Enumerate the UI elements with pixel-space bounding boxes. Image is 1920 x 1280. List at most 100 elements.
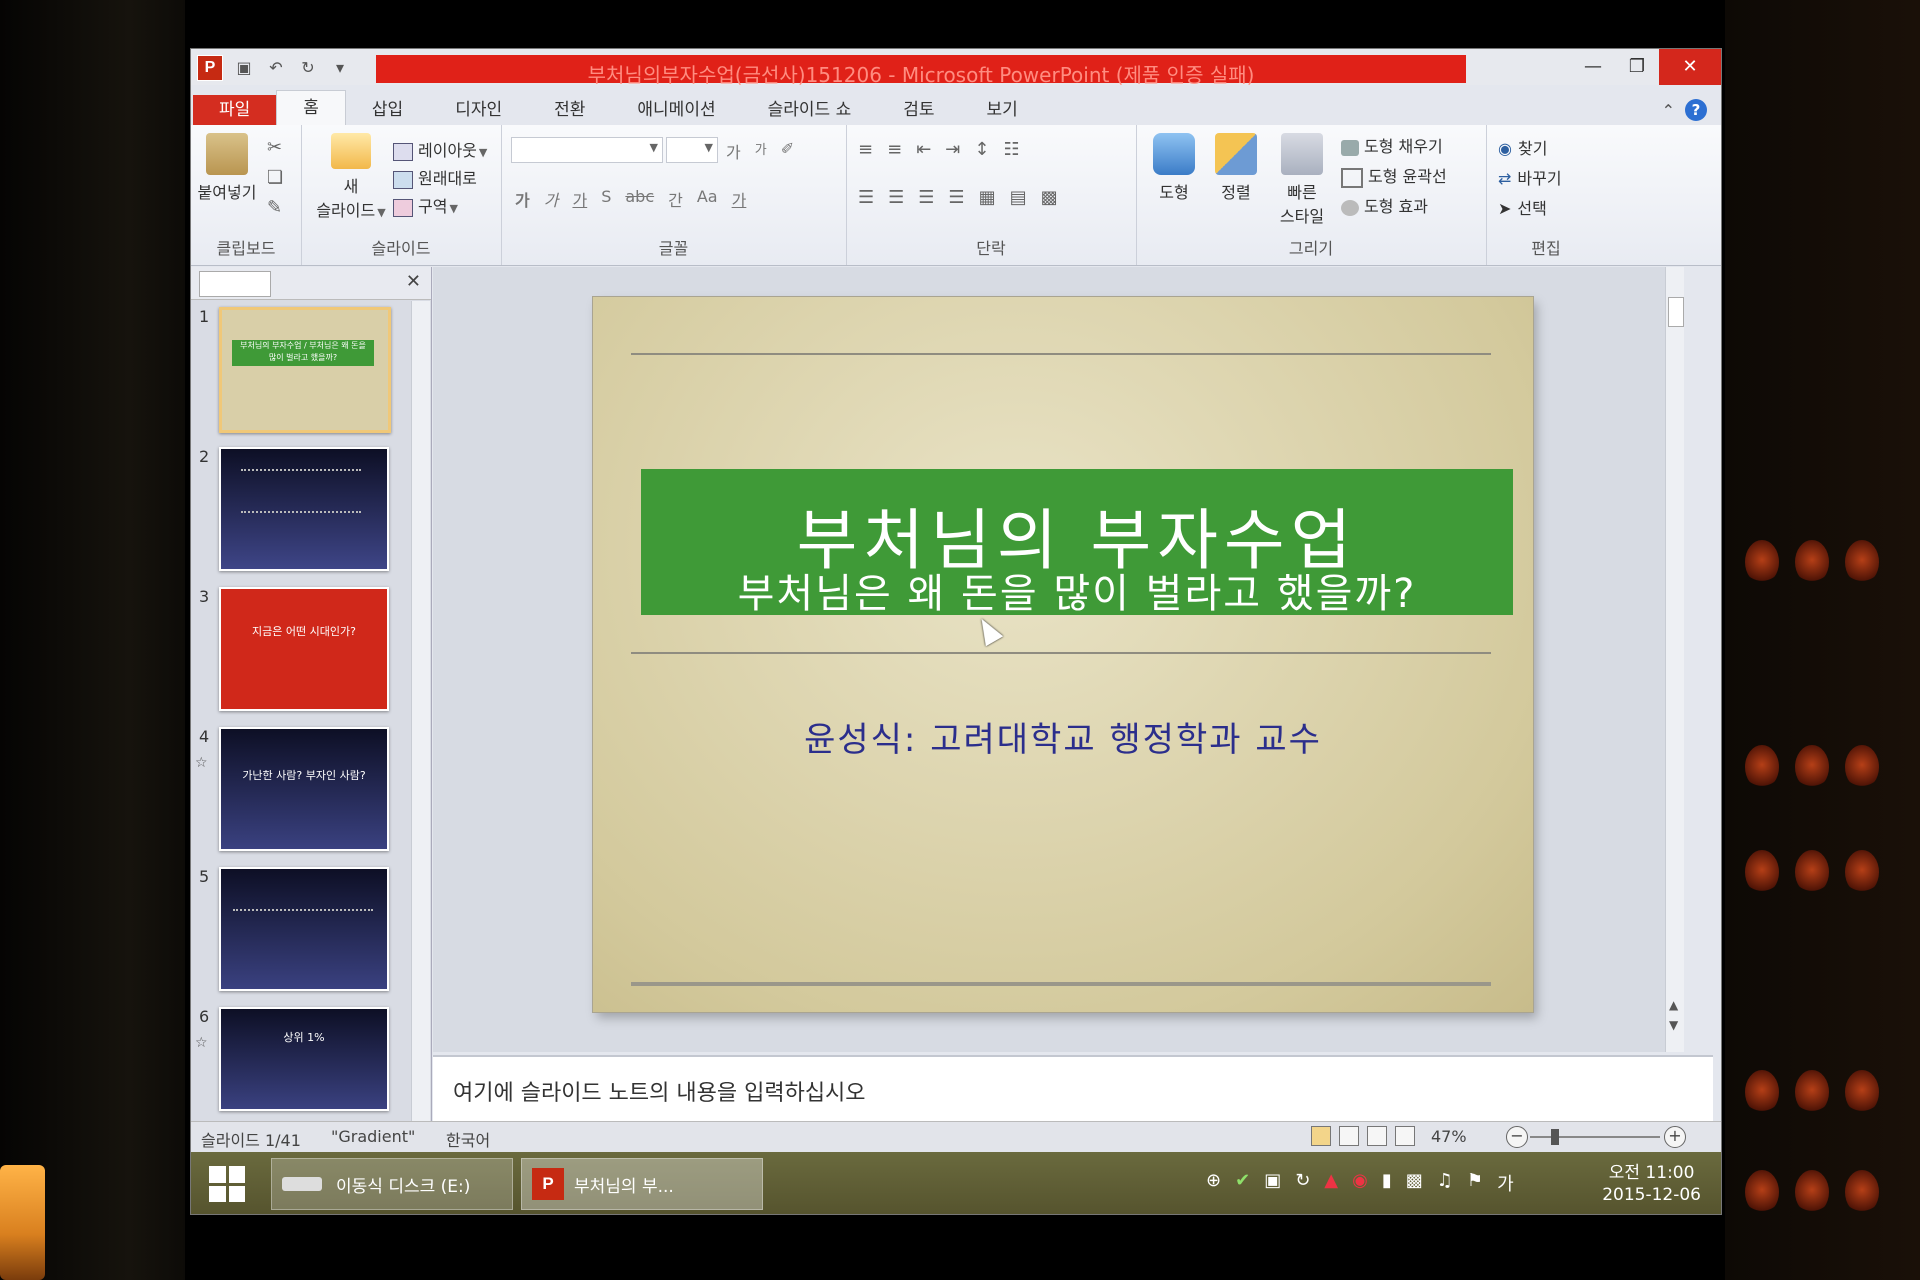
bold-button[interactable]: 가 (515, 187, 530, 211)
zoom-out-icon[interactable]: − (1506, 1126, 1528, 1148)
close-pane-icon[interactable]: ✕ (406, 271, 421, 292)
powerpoint-app-icon[interactable]: P (197, 55, 223, 81)
sync-icon[interactable]: ↻ (1295, 1170, 1310, 1196)
paste-button[interactable]: 붙여넣기 (197, 133, 257, 203)
flag-icon[interactable]: ⚑ (1467, 1170, 1483, 1196)
smartart-icon[interactable]: ▩ (1041, 187, 1058, 208)
zoom-knob[interactable] (1551, 1129, 1559, 1145)
new-slide-button[interactable]: 새 슬라이드 ▼ (311, 133, 391, 221)
replace-button[interactable]: ⇄ 바꾸기 (1498, 165, 1562, 189)
quick-styles-button[interactable]: 빠른 스타일 (1270, 133, 1334, 227)
volume-icon[interactable]: ♫ (1437, 1170, 1453, 1196)
notes-pane[interactable]: 여기에 슬라이드 노트의 내용을 입력하십시오 (433, 1055, 1713, 1121)
columns-icon[interactable]: ☷ (1003, 139, 1019, 160)
align-right-icon[interactable]: ☰ (918, 187, 934, 208)
zoom-slider[interactable]: − + (1506, 1126, 1686, 1148)
slideshow-view-icon[interactable] (1395, 1126, 1415, 1146)
shrink-font-button[interactable]: 가 (755, 139, 767, 163)
ime-indicator[interactable]: 가 (1497, 1170, 1514, 1196)
close-icon[interactable]: ✕ (1659, 49, 1721, 85)
align-center-icon[interactable]: ☰ (888, 187, 904, 208)
arrange-button[interactable]: 정렬 (1206, 133, 1266, 203)
decrease-indent-icon[interactable]: ⇤ (916, 139, 931, 160)
copy-icon[interactable]: ❏ (267, 167, 283, 188)
strikethrough-button[interactable]: abc (625, 187, 654, 211)
shape-fill-button[interactable]: 도형 채우기 (1341, 133, 1443, 157)
tab-transitions[interactable]: 전환 (528, 95, 611, 125)
shape-effects-button[interactable]: 도형 효과 (1341, 193, 1428, 217)
justify-icon[interactable]: ☰ (948, 187, 964, 208)
minimize-ribbon-icon[interactable]: ⌃ (1662, 101, 1675, 120)
italic-button[interactable]: 가 (544, 187, 559, 211)
shape-outline-button[interactable]: 도형 윤곽선 (1341, 163, 1447, 188)
next-slide-icon[interactable]: ▼ (1669, 1018, 1678, 1032)
font-color-button[interactable]: 가 (732, 187, 747, 211)
quick-styles-label-2: 스타일 (1279, 207, 1325, 226)
prev-slide-icon[interactable]: ▲ (1669, 998, 1678, 1012)
tab-design[interactable]: 디자인 (429, 95, 528, 125)
clear-format-icon[interactable]: ✐ (781, 139, 794, 163)
battery-icon[interactable]: ▮ (1382, 1170, 1392, 1196)
reset-button[interactable]: 원래대로 (393, 165, 477, 189)
tab-review[interactable]: 검토 (877, 95, 960, 125)
layout-button[interactable]: 레이아웃 ▼ (393, 137, 487, 161)
record-icon[interactable]: ◉ (1352, 1170, 1368, 1196)
reading-view-icon[interactable] (1367, 1126, 1387, 1146)
language-indicator[interactable]: 한국어 (446, 1127, 490, 1151)
cut-icon[interactable]: ✂ (267, 137, 282, 158)
tab-slideshow[interactable]: 슬라이드 쇼 (742, 95, 878, 125)
clock[interactable]: 오전 11:00 2015-12-06 (1602, 1162, 1701, 1206)
font-size-combobox[interactable]: ▼ (666, 137, 718, 163)
tab-animations[interactable]: 애니메이션 (611, 95, 741, 125)
select-button[interactable]: ➤ 선택 (1498, 195, 1547, 219)
slide-sorter-icon[interactable] (1339, 1126, 1359, 1146)
customize-qat-icon[interactable]: ▾ (329, 57, 351, 79)
tab-view[interactable]: 보기 (961, 95, 1044, 125)
bullets-icon[interactable]: ≡ (858, 139, 873, 160)
zoom-in-icon[interactable]: + (1664, 1126, 1686, 1148)
slide-subtitle[interactable]: 부처님은 왜 돈을 많이 벌라고 했을까? (641, 561, 1513, 619)
app-tray-icon[interactable]: ✔ (1235, 1170, 1250, 1196)
slide-scrollbar[interactable]: ▲ ▼ (1665, 267, 1684, 1052)
shapes-button[interactable]: 도형 (1144, 133, 1204, 203)
section-button[interactable]: 구역 ▼ (393, 193, 458, 217)
add-icon[interactable]: ⊕ (1206, 1170, 1221, 1196)
font-family-combobox[interactable]: ▼ (511, 137, 663, 163)
slides-pane-tab[interactable] (199, 271, 271, 297)
tab-home[interactable]: 홈 (276, 90, 346, 125)
signal-icon[interactable]: ▩ (1406, 1170, 1423, 1196)
align-left-icon[interactable]: ☰ (858, 187, 874, 208)
shadow-button[interactable]: S (601, 187, 611, 211)
normal-view-icon[interactable] (1311, 1126, 1331, 1146)
format-painter-icon[interactable]: ✎ (267, 197, 282, 218)
change-case-button[interactable]: Aa (697, 187, 718, 211)
current-slide[interactable]: 부처님의 부자수업 부처님은 왜 돈을 많이 벌라고 했을까? 윤성식: 고려대… (593, 297, 1533, 1012)
restore-icon[interactable]: ❐ (1615, 49, 1659, 85)
line-spacing-icon[interactable]: ↕ (974, 139, 989, 160)
char-spacing-button[interactable]: 간 (668, 187, 683, 211)
find-button[interactable]: ◉ 찾기 (1498, 135, 1547, 159)
undo-icon[interactable]: ↶ (265, 57, 287, 79)
minimize-icon[interactable]: — (1571, 49, 1615, 85)
tab-insert[interactable]: 삽입 (346, 95, 429, 125)
grow-font-button[interactable]: 가 (726, 139, 741, 163)
slide-author[interactable]: 윤성식: 고려대학교 행정학과 교수 (593, 712, 1533, 761)
increase-indent-icon[interactable]: ⇥ (945, 139, 960, 160)
security-icon[interactable]: ▲ (1324, 1170, 1338, 1196)
thumbnail-scrollbar[interactable] (411, 301, 430, 1121)
taskbar-removable-drive[interactable]: 이동식 디스크 (E:) (271, 1158, 513, 1210)
zoom-level[interactable]: 47% (1431, 1127, 1467, 1146)
tab-file[interactable]: 파일 (193, 95, 277, 125)
network-icon[interactable]: ▣ (1264, 1170, 1281, 1196)
windows-start-icon[interactable] (209, 1166, 245, 1202)
redo-icon[interactable]: ↻ (297, 57, 319, 79)
scroll-thumb[interactable] (1668, 297, 1684, 327)
taskbar-powerpoint[interactable]: P 부처님의 부... (521, 1158, 763, 1210)
underline-button[interactable]: 가 (572, 187, 587, 211)
save-icon[interactable]: ▣ (233, 57, 255, 79)
text-direction-icon[interactable]: ▤ (1010, 187, 1027, 208)
help-icon[interactable]: ? (1685, 99, 1707, 121)
numbering-icon[interactable]: ≡ (887, 139, 902, 160)
replace-icon: ⇄ (1498, 169, 1512, 188)
distribute-icon[interactable]: ▦ (979, 187, 996, 208)
